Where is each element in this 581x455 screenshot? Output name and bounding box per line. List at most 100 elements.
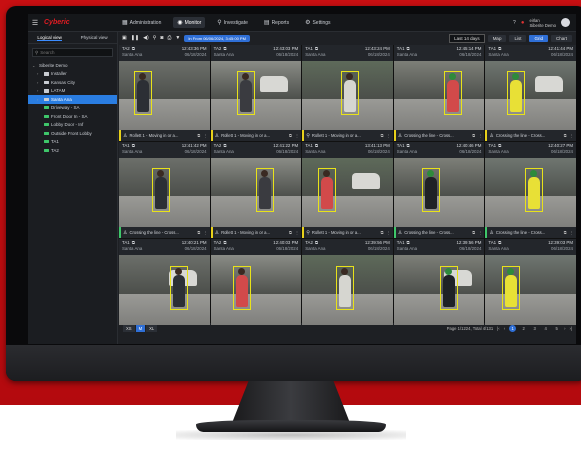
page-5-button[interactable]: 5: [553, 325, 560, 332]
chevron-right-icon[interactable]: ›: [37, 80, 42, 85]
tab-logical-view[interactable]: Logical view: [37, 35, 62, 41]
event-thumbnail[interactable]: [393, 158, 485, 227]
more-icon[interactable]: ⋮: [203, 230, 207, 235]
more-icon[interactable]: ⋮: [203, 133, 207, 138]
expand-icon[interactable]: ⧉: [197, 230, 200, 235]
chevron-right-icon[interactable]: ›: [37, 71, 42, 76]
event-card[interactable]: TA2 ⧉ 12:40:03 PM Santa Ana 06/18/2024: [210, 239, 302, 325]
first-page-icon[interactable]: |‹: [497, 326, 499, 331]
tree-item[interactable]: › Santa Ana: [28, 95, 117, 104]
event-thumbnail[interactable]: [302, 61, 393, 130]
nav-item-reports[interactable]: ▤ Reports: [260, 17, 293, 28]
more-icon[interactable]: ⋮: [295, 230, 299, 235]
event-card[interactable]: TA2 ⧉ 12:39:56 PM Santa Ana 06/18/2024: [302, 239, 393, 325]
open-icon[interactable]: ⧉: [223, 46, 226, 51]
open-icon[interactable]: ⧉: [132, 240, 135, 245]
event-thumbnail[interactable]: [119, 61, 210, 130]
event-thumbnail[interactable]: [485, 158, 576, 227]
tree-item[interactable]: Driveway - SA: [28, 104, 117, 113]
open-icon[interactable]: ⧉: [315, 240, 318, 245]
event-card[interactable]: TA1 ⧉ 12:41:44 PM Santa Ana 06/18/2024 ♙ Cross…: [485, 45, 576, 141]
tree-item[interactable]: ⌄ Siberite Demo: [28, 61, 117, 70]
event-card[interactable]: TA2 ⧉ 12:43:36 PM Santa Ana 06/18/2024 ♙ Rolle…: [119, 45, 210, 141]
event-card[interactable]: TA1 ⧉ 12:43:24 PM Santa Ana 06/18/2024 ⚲ Rolle…: [302, 45, 393, 141]
prev-page-icon[interactable]: ‹: [504, 326, 505, 331]
event-card[interactable]: TA1 ⧉ 12:40:27 PM Santa Ana 06/18/2024 ♙ Cross…: [485, 142, 576, 238]
expand-icon[interactable]: ⧉: [564, 133, 567, 138]
view-grid-button[interactable]: Grid: [529, 34, 548, 42]
more-icon[interactable]: ⋮: [478, 133, 482, 138]
event-thumbnail[interactable]: [119, 158, 210, 227]
more-icon[interactable]: ⋮: [295, 133, 299, 138]
search-input[interactable]: [40, 50, 111, 55]
more-icon[interactable]: ⋮: [387, 133, 391, 138]
event-thumbnail[interactable]: [119, 255, 210, 325]
page-1-button[interactable]: 1: [509, 324, 517, 332]
nav-item-monitor[interactable]: ◉ Monitor: [173, 17, 206, 28]
size-m-button[interactable]: M: [135, 324, 146, 332]
event-thumbnail[interactable]: [393, 61, 485, 130]
help-icon[interactable]: ?: [513, 20, 516, 26]
event-card[interactable]: TA1 ⧉ 12:45:14 PM Santa Ana 06/18/2024 ♙ Cross…: [393, 45, 485, 141]
view-map-button[interactable]: Map: [487, 34, 507, 42]
more-icon[interactable]: ⋮: [570, 133, 574, 138]
tree-item[interactable]: TA1: [28, 138, 117, 147]
expand-icon[interactable]: ⧉: [381, 230, 384, 235]
tree-item[interactable]: TA2: [28, 146, 117, 155]
expand-icon[interactable]: ⧉: [472, 133, 475, 138]
avatar[interactable]: [561, 18, 570, 27]
expand-icon[interactable]: ⧉: [289, 230, 292, 235]
tree-item[interactable]: Outside Front Lobby: [28, 129, 117, 138]
expand-icon[interactable]: ⧉: [289, 133, 292, 138]
event-card[interactable]: TA2 ⧉ 12:43:03 PM Santa Ana 06/18/2024 ♙ Rolle…: [210, 45, 302, 141]
tree-item[interactable]: › Kansas City: [28, 78, 117, 87]
open-icon[interactable]: ⧉: [315, 143, 318, 148]
expand-icon[interactable]: ⧉: [564, 230, 567, 235]
open-icon[interactable]: ⧉: [132, 143, 135, 148]
camera-icon[interactable]: ◙: [160, 35, 163, 41]
view-chart-button[interactable]: Chart: [550, 34, 572, 42]
open-icon[interactable]: ⧉: [223, 240, 226, 245]
event-thumbnail[interactable]: [210, 158, 302, 227]
time-range-select[interactable]: Last 14 days: [449, 33, 485, 43]
event-card[interactable]: TA1 ⧉ 13:41:13 PM Santa Ana 06/18/2024 ⚲ Rolle…: [302, 142, 393, 238]
next-page-icon[interactable]: ›: [564, 326, 565, 331]
user-info[interactable]: eirlan Siberite Demo: [529, 18, 556, 28]
size-xl-button[interactable]: XL: [146, 324, 158, 332]
more-icon[interactable]: ⋮: [570, 230, 574, 235]
event-card[interactable]: TA1 ⧉ 12:40:46 PM Santa Ana 06/18/2024 ♙ Cross…: [393, 142, 485, 238]
chevron-right-icon[interactable]: ›: [37, 97, 42, 102]
open-icon[interactable]: ⧉: [407, 46, 410, 51]
open-icon[interactable]: ⧉: [223, 143, 226, 148]
event-thumbnail[interactable]: [302, 255, 393, 325]
tree-item[interactable]: › Installer: [28, 70, 117, 79]
open-icon[interactable]: ⧉: [498, 46, 501, 51]
open-icon[interactable]: ⧉: [315, 46, 318, 51]
expand-icon[interactable]: ⧉: [381, 133, 384, 138]
volume-icon[interactable]: ◀): [143, 35, 149, 41]
notification-bell-icon[interactable]: ●: [521, 20, 525, 26]
event-thumbnail[interactable]: [302, 158, 393, 227]
nav-item-settings[interactable]: ⚙ Settings: [301, 17, 334, 28]
event-thumbnail[interactable]: [393, 255, 485, 325]
event-card[interactable]: TA1 ⧉ 12:41:42 PM Santa Ana 06/18/2024 ♙ Cross…: [119, 142, 210, 238]
expand-icon[interactable]: ⧉: [197, 133, 200, 138]
more-icon[interactable]: ⋮: [387, 230, 391, 235]
event-card[interactable]: TA2 ⧉ 12:41:22 PM Santa Ana 06/18/2024 ♙ Rolle…: [210, 142, 302, 238]
last-page-icon[interactable]: ›|: [570, 326, 572, 331]
tab-physical-view[interactable]: Physical view: [81, 35, 108, 40]
layout-icon[interactable]: ▣: [122, 35, 127, 41]
size-xs-button[interactable]: XS: [123, 324, 135, 332]
event-thumbnail[interactable]: [210, 61, 302, 130]
chevron-down-icon[interactable]: ⌄: [32, 63, 37, 68]
view-list-button[interactable]: List: [509, 34, 527, 42]
nav-item-investigate[interactable]: ⚲ Investigate: [213, 17, 252, 28]
pause-icon[interactable]: ❚❚: [131, 35, 139, 41]
page-3-button[interactable]: 3: [531, 325, 538, 332]
event-card[interactable]: TA1 ⧉ 12:39:56 PM Santa Ana 06/18/2024: [393, 239, 485, 325]
event-thumbnail[interactable]: [485, 61, 576, 130]
event-thumbnail[interactable]: [485, 255, 576, 325]
event-thumbnail[interactable]: [210, 255, 302, 325]
open-icon[interactable]: ⧉: [498, 240, 501, 245]
open-icon[interactable]: ⧉: [132, 46, 135, 51]
